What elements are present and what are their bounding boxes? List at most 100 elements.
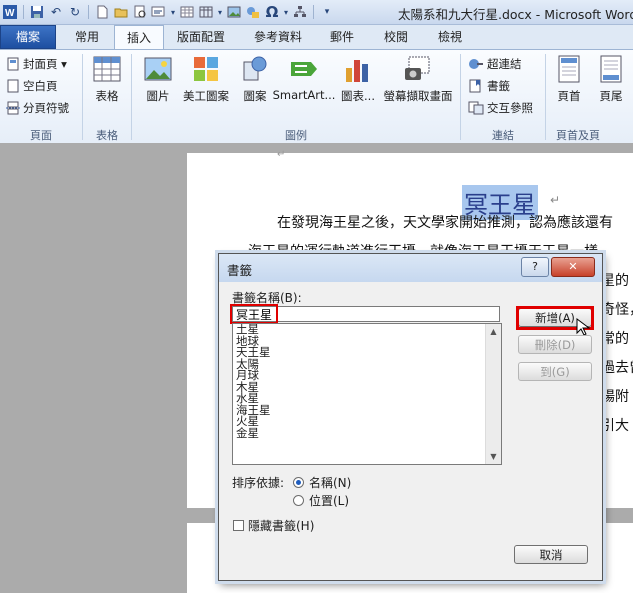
tab-insert[interactable]: 插入 (114, 25, 164, 50)
cancel-button[interactable]: 取消 (514, 545, 588, 564)
hidden-bookmarks-checkbox[interactable] (233, 520, 244, 531)
word-logo-icon[interactable]: W (2, 4, 18, 20)
sort-by-location-radio[interactable] (293, 495, 304, 506)
hidden-bookmarks-label[interactable]: 隱藏書籤(H) (248, 517, 314, 534)
bookmark-button[interactable]: 書籤 (468, 77, 510, 95)
hyperlink-label: 超連結 (487, 57, 522, 71)
chart-button[interactable]: 圖表... (338, 54, 378, 104)
document-line[interactable]: 星的 (601, 270, 629, 290)
bookmark-list[interactable]: 土星 地球 天王星 太陽 月球 木星 水星 海王星 火星 金星 ▲ ▼ (232, 323, 502, 465)
chevron-down-icon[interactable]: ▾ (283, 4, 289, 20)
new-doc-icon[interactable] (94, 4, 110, 20)
tables-group-label: 表格 (96, 129, 118, 142)
org-chart-icon[interactable] (292, 4, 308, 20)
list-item[interactable]: 海王星 (233, 404, 501, 417)
list-item[interactable]: 太陽 (233, 358, 501, 371)
print-preview-icon[interactable] (132, 4, 148, 20)
tab-references[interactable]: 參考資料 (245, 25, 311, 49)
table-icon[interactable] (198, 4, 214, 20)
tab-mailings[interactable]: 郵件 (320, 25, 364, 49)
shapes-label: 圖案 (243, 89, 267, 103)
screenshot-icon (405, 56, 430, 80)
document-line[interactable]: 奇怪，較 (601, 299, 633, 319)
clip-art-label: 美工圖案 (183, 89, 229, 103)
header-icon (558, 55, 580, 83)
cover-page-icon (7, 57, 19, 71)
dialog-title-bar[interactable]: 書籤 ? ✕ (219, 254, 602, 282)
insert-table-icon[interactable] (179, 4, 195, 20)
sort-by-location-label[interactable]: 位置(L) (309, 492, 349, 509)
spelling-icon[interactable] (151, 4, 167, 20)
chevron-down-icon[interactable]: ▾ (217, 4, 223, 20)
sort-by-name-radio[interactable] (293, 477, 304, 488)
delete-button[interactable]: 刪除(D) (518, 335, 592, 354)
smartart-label: SmartArt... (272, 88, 336, 102)
dialog-title: 書籤 (227, 263, 253, 278)
pages-group-label: 頁面 (30, 129, 52, 142)
list-item[interactable]: 火星 (233, 415, 501, 428)
document-line[interactable]: 常的 (601, 328, 629, 348)
tab-home[interactable]: 常用 (62, 25, 112, 49)
header-footer-group-label: 頁首及頁 (556, 129, 600, 142)
shapes-icon[interactable] (245, 4, 261, 20)
table-button[interactable]: 表格 (88, 54, 126, 104)
cover-page-button[interactable]: 封面頁 ▾ (6, 55, 67, 73)
document-line[interactable]: 陽附 (601, 386, 629, 406)
save-icon[interactable] (29, 4, 45, 20)
list-item[interactable]: 木星 (233, 381, 501, 394)
svg-text:W: W (5, 8, 15, 19)
list-item[interactable]: 土星 (233, 324, 501, 336)
bookmark-name-input[interactable] (232, 306, 500, 322)
list-scrollbar[interactable]: ▲ ▼ (485, 324, 501, 464)
clip-art-button[interactable]: 美工圖案 (180, 54, 232, 104)
customize-icon[interactable]: ▾ (319, 4, 335, 20)
paragraph-mark-icon: ↵ (277, 149, 286, 160)
document-line[interactable]: 在發現海王星之後，天文學家開始推測，認為應該還有 (277, 212, 613, 232)
blank-page-button[interactable]: 空白頁 (6, 77, 58, 95)
undo-icon[interactable]: ↶ (48, 4, 64, 20)
scroll-up-icon[interactable]: ▲ (486, 324, 501, 339)
sort-by-name-label[interactable]: 名稱(N) (309, 474, 351, 491)
shapes-button[interactable]: 圖案 (238, 54, 272, 104)
table-icon (93, 56, 121, 82)
chart-icon (346, 60, 368, 82)
list-item[interactable]: 地球 (233, 335, 501, 348)
tab-page-layout[interactable]: 版面配置 (168, 25, 234, 49)
document-line[interactable]: 過去曾 (601, 357, 633, 377)
close-button[interactable]: ✕ (551, 257, 595, 277)
cross-reference-button[interactable]: 交互參照 (468, 99, 533, 117)
chevron-down-icon[interactable]: ▾ (170, 4, 176, 20)
tab-review[interactable]: 校閱 (374, 25, 418, 49)
smartart-icon (291, 62, 317, 76)
hyperlink-button[interactable]: 超連結 (468, 55, 522, 73)
open-icon[interactable] (113, 4, 129, 20)
smartart-button[interactable]: SmartArt... (272, 54, 336, 102)
goto-button[interactable]: 到(G) (518, 362, 592, 381)
picture-icon[interactable] (226, 4, 242, 20)
redo-icon[interactable]: ↻ (67, 4, 83, 20)
document-line[interactable]: 引大 (601, 415, 629, 435)
cross-reference-icon (468, 101, 484, 115)
tab-view[interactable]: 檢視 (428, 25, 472, 49)
list-item[interactable]: 天王星 (233, 346, 501, 359)
list-item[interactable]: 金星 (233, 427, 501, 440)
list-item[interactable]: 月球 (233, 369, 501, 382)
sort-by-label: 排序依據: (232, 476, 285, 490)
footer-icon (600, 55, 622, 83)
list-item[interactable]: 水星 (233, 392, 501, 405)
tab-file[interactable]: 檔案 (0, 25, 56, 49)
picture-button[interactable]: 圖片 (140, 54, 176, 104)
page-break-button[interactable]: 分頁符號 (6, 99, 69, 117)
help-button[interactable]: ? (521, 257, 549, 277)
omega-icon[interactable]: Ω (264, 3, 280, 21)
hyperlink-icon (469, 59, 483, 69)
dialog-body: 書籤名稱(B): 土星 地球 天王星 太陽 月球 木星 水星 海王星 火星 金星… (227, 284, 594, 574)
quick-access-toolbar: W ↶ ↻ ▾ ▾ Ω ▾ ▾ (2, 3, 335, 21)
header-label: 頁首 (557, 89, 581, 103)
footer-button[interactable]: 頁尾 (594, 54, 628, 104)
title-bar: W ↶ ↻ ▾ ▾ Ω ▾ ▾ 太陽系和九大行星.docx - Microsof… (0, 0, 633, 25)
screenshot-button[interactable]: 螢幕擷取畫面 (380, 54, 456, 104)
picture-label: 圖片 (146, 89, 170, 103)
scroll-down-icon[interactable]: ▼ (486, 449, 501, 464)
header-button[interactable]: 頁首 (552, 54, 586, 104)
